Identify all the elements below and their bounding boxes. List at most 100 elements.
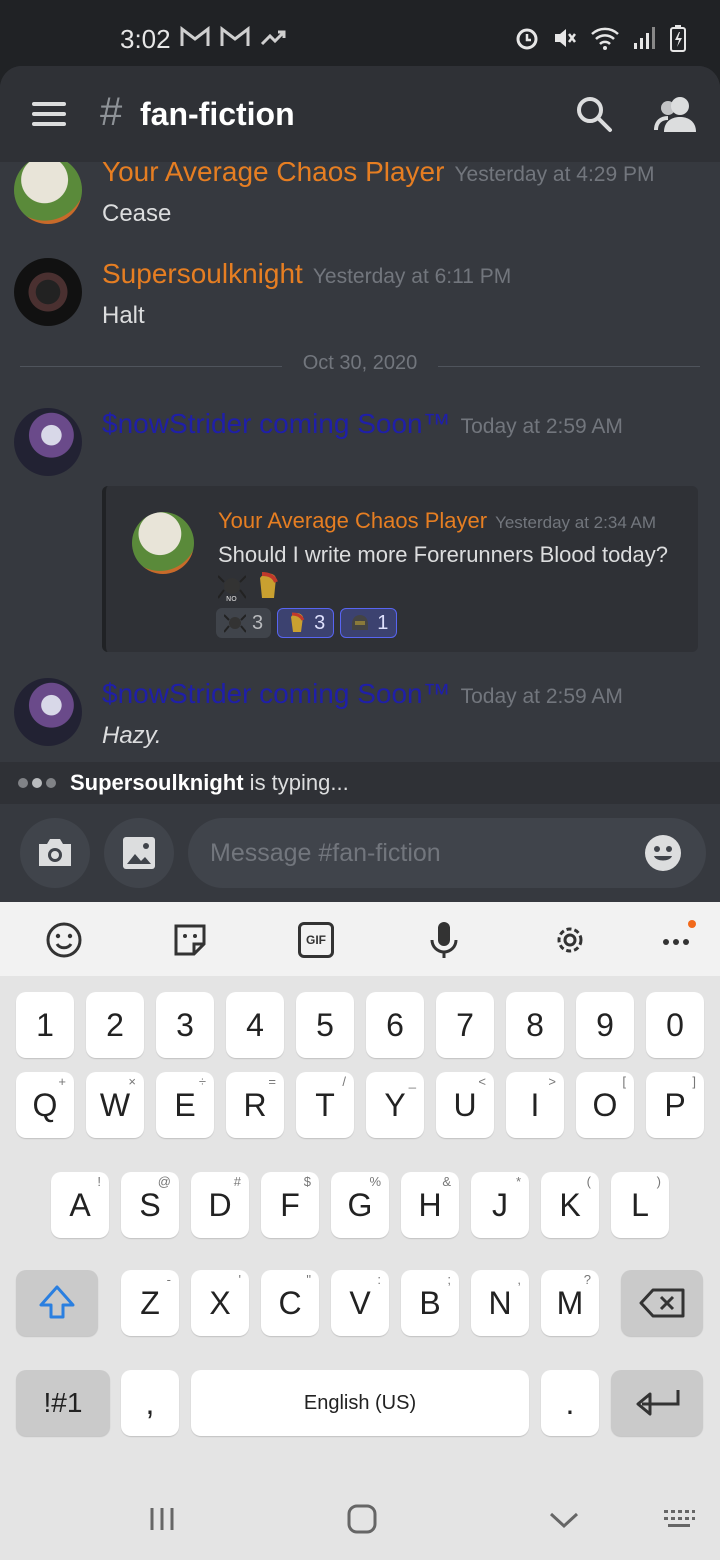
members-icon[interactable]	[654, 94, 700, 134]
shift-key[interactable]	[16, 1270, 98, 1336]
message-list[interactable]: Your Average Chaos Player Yesterday at 4:…	[0, 162, 720, 762]
key-6[interactable]: 6	[366, 992, 424, 1058]
avatar[interactable]	[14, 258, 82, 326]
avatar[interactable]	[14, 408, 82, 476]
key-s[interactable]: @ S	[121, 1172, 179, 1238]
message-item[interactable]: Supersoulknight Yesterday at 6:11 PM Halt	[0, 258, 720, 348]
message-timestamp: Yesterday at 4:29 PM	[454, 163, 655, 186]
key-2[interactable]: 2	[86, 992, 144, 1058]
settings-icon[interactable]	[550, 920, 590, 960]
key-y[interactable]: _ Y	[366, 1072, 424, 1138]
gallery-button[interactable]	[104, 818, 174, 888]
reaction-spartan[interactable]: 3	[277, 608, 335, 638]
system-nav-bar	[0, 1470, 720, 1560]
message-text: Hazy.	[102, 722, 162, 749]
alarm-icon	[516, 28, 538, 50]
message-item[interactable]: $nowStrider coming Soon™ Today at 2:59 AM	[0, 408, 720, 476]
channel-name: fan-fiction	[140, 96, 295, 132]
key-h[interactable]: & H	[401, 1172, 459, 1238]
spartan-emoji-icon	[260, 572, 278, 598]
key-4[interactable]: 4	[226, 992, 284, 1058]
message-input[interactable]	[188, 818, 706, 888]
key-a[interactable]: ! A	[51, 1172, 109, 1238]
keyboard-toolbar: GIF	[0, 902, 720, 976]
message-timestamp: Today at 2:59 AM	[460, 685, 623, 708]
key-n[interactable]: ,N	[471, 1270, 529, 1336]
key-p[interactable]: ] P	[646, 1072, 704, 1138]
key-d[interactable]: # D	[191, 1172, 249, 1238]
key-u[interactable]: < U	[436, 1072, 494, 1138]
key-t[interactable]: / T	[296, 1072, 354, 1138]
shift-icon	[39, 1285, 75, 1319]
key-7[interactable]: 7	[436, 992, 494, 1058]
key-g[interactable]: % G	[331, 1172, 389, 1238]
message-text: Cease	[102, 200, 172, 227]
backspace-key[interactable]	[621, 1270, 703, 1336]
embed-author: Your Average Chaos Player	[218, 508, 488, 533]
key-r[interactable]: = R	[226, 1072, 284, 1138]
comma-key[interactable]: ,	[121, 1370, 179, 1436]
home-icon[interactable]	[346, 1504, 378, 1534]
typing-suffix: is typing...	[243, 770, 349, 795]
message-timestamp: Yesterday at 6:11 PM	[312, 265, 512, 288]
search-icon[interactable]	[574, 94, 614, 134]
recents-icon[interactable]	[148, 1506, 176, 1532]
mic-icon[interactable]	[424, 920, 464, 960]
reaction-helmet[interactable]: 1	[340, 608, 398, 638]
message-item[interactable]: $nowStrider coming Soon™ Today at 2:59 AM…	[0, 678, 720, 758]
key-b[interactable]: ; B	[401, 1270, 459, 1336]
clock: 3:02	[120, 24, 171, 54]
menu-icon[interactable]	[32, 102, 66, 126]
key-z[interactable]: -Z	[121, 1270, 179, 1336]
typing-indicator: Supersoulknight is typing...	[0, 762, 720, 804]
enter-key[interactable]	[611, 1370, 703, 1436]
key-e[interactable]: ÷ E	[156, 1072, 214, 1138]
key-v[interactable]: :V	[331, 1270, 389, 1336]
message-item[interactable]: Your Average Chaos Player Yesterday at 4:…	[0, 162, 720, 246]
message-embed[interactable]: Your Average Chaos Player Yesterday at 2:…	[102, 486, 698, 652]
camera-icon	[39, 839, 71, 866]
key-8[interactable]: 8	[506, 992, 564, 1058]
keyboard-switch-icon[interactable]	[662, 1508, 696, 1530]
back-icon[interactable]	[548, 1510, 580, 1530]
period-key[interactable]: .	[541, 1370, 599, 1436]
message-author[interactable]: Supersoulknight	[102, 258, 303, 289]
message-author[interactable]: Your Average Chaos Player	[102, 162, 444, 187]
camera-button[interactable]	[20, 818, 90, 888]
key-l[interactable]: ) L	[611, 1172, 669, 1238]
symbols-key[interactable]: !#1	[16, 1370, 110, 1436]
message-author[interactable]: $nowStrider coming Soon™	[102, 408, 451, 439]
gif-icon[interactable]: GIF	[298, 922, 334, 958]
key-0[interactable]: 0	[646, 992, 704, 1058]
key-1[interactable]: 1	[16, 992, 74, 1058]
key-3[interactable]: 3	[156, 992, 214, 1058]
key-9[interactable]: 9	[576, 992, 634, 1058]
key-w[interactable]: × W	[86, 1072, 144, 1138]
sticker-icon[interactable]	[170, 920, 210, 960]
key-i[interactable]: > I	[506, 1072, 564, 1138]
notification-icons	[180, 26, 286, 48]
key-5[interactable]: 5	[296, 992, 354, 1058]
emoji-picker-icon[interactable]	[644, 834, 682, 872]
avatar[interactable]	[14, 162, 82, 224]
key-c[interactable]: " C	[261, 1270, 319, 1336]
signal-icon	[634, 27, 655, 49]
key-f[interactable]: $ F	[261, 1172, 319, 1238]
key-k[interactable]: (K	[541, 1172, 599, 1238]
key-m[interactable]: ? M	[541, 1270, 599, 1336]
key-x[interactable]: ' X	[191, 1270, 249, 1336]
more-icon[interactable]	[658, 920, 698, 960]
key-o[interactable]: [O	[576, 1072, 634, 1138]
soft-keyboard: GIF 1 2 3 4 5 6 7 8 9 0 + Q × W ÷ E = R / T _…	[0, 902, 720, 1470]
key-j[interactable]: * J	[471, 1172, 529, 1238]
reaction-count: 3	[252, 611, 264, 634]
emoji-icon[interactable]	[44, 920, 84, 960]
message-author[interactable]: $nowStrider coming Soon™	[102, 678, 451, 709]
space-key[interactable]: English (US)	[191, 1370, 529, 1436]
backspace-icon	[639, 1288, 685, 1318]
key-q[interactable]: + Q	[16, 1072, 74, 1138]
embed-timestamp: Yesterday at 2:34 AM	[495, 513, 657, 532]
reaction-spider[interactable]: 3	[216, 608, 272, 638]
avatar[interactable]	[14, 678, 82, 746]
message-composer	[0, 804, 720, 904]
